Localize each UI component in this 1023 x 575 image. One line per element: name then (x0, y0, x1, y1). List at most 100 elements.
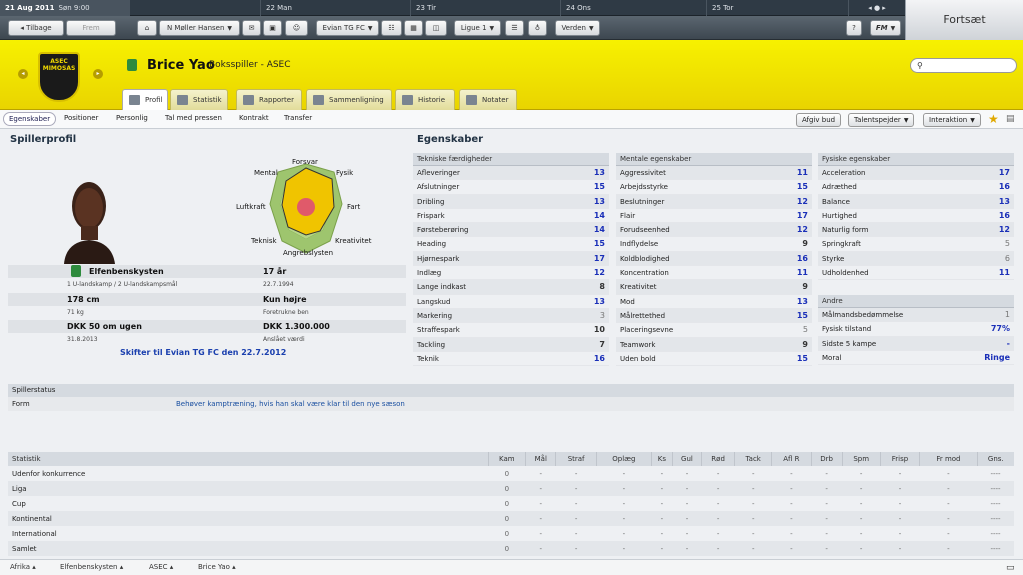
fm-menu[interactable]: FM ▼ (870, 20, 901, 36)
stats-column-header[interactable]: Spm (841, 452, 881, 466)
subnav-positioner[interactable]: Positioner (64, 114, 98, 122)
attribute-row[interactable]: Flair 17 (616, 209, 812, 224)
attribute-row[interactable]: Markering 3 (413, 308, 609, 324)
squad-icon[interactable]: ☷ (381, 20, 402, 36)
club-crest[interactable]: ASEC MIMOSAS (38, 52, 80, 102)
table-row[interactable]: Liga 0- - - - - - - - - - - - ---- (8, 481, 1014, 496)
interaction-menu[interactable]: Interaktion ▼ (923, 113, 981, 127)
table-icon[interactable]: ☰ (505, 20, 524, 36)
calendar-day[interactable]: 22 Man (260, 0, 410, 16)
stats-column-header[interactable]: Gul (671, 452, 702, 466)
briefcase-icon[interactable]: ▣ (263, 20, 282, 36)
previous-player-icon[interactable]: ◂ (18, 69, 28, 79)
nationality[interactable]: Elfenbenskysten (89, 267, 164, 276)
attribute-row[interactable]: Balance 13 (818, 194, 1014, 209)
attribute-row[interactable]: Acceleration 17 (818, 166, 1014, 181)
attribute-row[interactable]: Naturlig form 12 (818, 223, 1014, 238)
attribute-row[interactable]: Beslutninger 12 (616, 194, 812, 209)
home-icon[interactable]: ⌂ (137, 20, 157, 36)
tab-profil[interactable]: Profil (122, 89, 168, 110)
transfer-note[interactable]: Skifter til Evian TG FC den 22.7.2012 (120, 348, 286, 357)
subnav-kontrakt[interactable]: Kontrakt (239, 114, 269, 122)
attribute-row[interactable]: Adræthed 16 (818, 180, 1014, 195)
manager-menu[interactable]: N Møller Hansen ▼ (159, 20, 240, 36)
table-row[interactable]: Kontinental 0- - - - - - - - - - - - ---- (8, 511, 1014, 526)
attribute-row[interactable]: Dribling 13 (413, 194, 609, 209)
breadcrumb-item[interactable]: ASEC ▴ (149, 563, 173, 571)
attribute-row[interactable]: Hurtighed 16 (818, 209, 1014, 224)
attribute-row[interactable]: Sidste 5 kampe - (818, 336, 1014, 351)
calendar-day[interactable]: 24 Ons (560, 0, 706, 16)
status-value[interactable]: Behøver kamptræning, hvis han skal være … (176, 397, 405, 411)
next-player-icon[interactable]: ▸ (93, 69, 103, 79)
attribute-row[interactable]: Langskud 13 (413, 295, 609, 309)
attribute-row[interactable]: Målrettethed 15 (616, 308, 812, 324)
attribute-row[interactable]: Førsteberøring 14 (413, 223, 609, 238)
tab-notater[interactable]: Notater (459, 89, 517, 110)
attribute-row[interactable]: Indflydelse 9 (616, 237, 812, 252)
attribute-row[interactable]: Målmandsbedømmelse 1 (818, 308, 1014, 323)
table-row[interactable]: Samlet 0- - - - - - - - - - - - ---- (8, 541, 1014, 556)
stats-column-header[interactable]: Mål (525, 452, 556, 466)
people-icon[interactable]: ☺ (285, 20, 308, 36)
attribute-row[interactable]: Lange indkast 8 (413, 280, 609, 295)
forward-button[interactable]: Frem (66, 20, 116, 36)
help-button[interactable]: ? (846, 20, 862, 36)
club-menu[interactable]: Evian TG FC ▼ (316, 20, 379, 36)
calendar-scroll-icon[interactable]: ◂ ● ▸ (848, 0, 905, 16)
attribute-row[interactable]: Tackling 7 (413, 337, 609, 352)
attribute-row[interactable]: Udholdenhed 11 (818, 266, 1014, 281)
stats-column-header[interactable]: Fr mod (919, 452, 978, 466)
subnav-transfer[interactable]: Transfer (284, 114, 312, 122)
breadcrumb-item[interactable]: Afrika ▴ (10, 563, 36, 571)
attribute-row[interactable]: Styrke 6 (818, 251, 1014, 267)
training-icon[interactable]: ◫ (425, 20, 447, 36)
stats-column-header[interactable]: Ks (650, 452, 673, 466)
breadcrumb-item[interactable]: Brice Yao ▴ (198, 563, 236, 571)
scout-menu[interactable]: Talentspejder ▼ (848, 113, 915, 127)
tab-statistik[interactable]: Statistik (170, 89, 228, 110)
attribute-row[interactable]: Forudseenhed 12 (616, 223, 812, 238)
back-button[interactable]: ◂ Tilbage (8, 20, 64, 36)
subnav-personlig[interactable]: Personlig (116, 114, 148, 122)
current-date[interactable]: 21 Aug 2011 Søn 9:00 (0, 0, 130, 16)
attribute-row[interactable]: Hjørnespark 17 (413, 251, 609, 267)
attribute-row[interactable]: Indlæg 12 (413, 266, 609, 281)
table-row[interactable]: Udenfor konkurrence 0- - - - - - - - - - - - ---- (8, 466, 1014, 481)
stats-column-header[interactable]: Gns. (976, 452, 1014, 466)
stats-column-header[interactable]: Tack (734, 452, 772, 466)
world-menu[interactable]: Verden ▼ (555, 20, 600, 36)
attribute-row[interactable]: Springkraft 5 (818, 237, 1014, 252)
star-icon[interactable]: ★ (988, 112, 999, 126)
stats-column-header[interactable]: Straf (555, 452, 597, 466)
attribute-row[interactable]: Straffespark 10 (413, 323, 609, 338)
attribute-row[interactable]: Uden bold 15 (616, 352, 812, 367)
stats-column-header[interactable]: Statistik (8, 452, 488, 466)
stats-column-header[interactable]: Drb (810, 452, 843, 466)
league-menu[interactable]: Ligue 1 ▼ (454, 20, 501, 36)
tab-rapporter[interactable]: Rapporter (236, 89, 302, 110)
fixtures-icon[interactable]: ♁ (528, 20, 547, 36)
attribute-row[interactable]: Teknik 16 (413, 352, 609, 367)
stats-column-header[interactable]: Afl R (771, 452, 812, 466)
window-icon[interactable]: ▭ (1006, 563, 1015, 573)
subnav-egenskaber[interactable]: Egenskaber (3, 112, 57, 126)
attribute-row[interactable]: Kreativitet 9 (616, 280, 812, 295)
tab-sammenligning[interactable]: Sammenligning (306, 89, 392, 110)
stats-column-header[interactable]: Oplæg (595, 452, 652, 466)
attribute-row[interactable]: Fysisk tilstand 77% (818, 322, 1014, 337)
table-row[interactable]: International 0- - - - - - - - - - - - ---- (8, 526, 1014, 541)
attribute-row[interactable]: Teamwork 9 (616, 337, 812, 352)
continue-button[interactable]: Fortsæt (905, 0, 1023, 40)
stats-column-header[interactable]: Kam (487, 452, 526, 466)
search-input[interactable]: ⚲ (910, 58, 1017, 73)
breadcrumb-item[interactable]: Elfenbenskysten ▴ (60, 563, 123, 571)
tactics-icon[interactable]: ▦ (404, 20, 423, 36)
notes-add-icon[interactable]: ▤ (1006, 114, 1015, 124)
stats-column-header[interactable]: Frisp (879, 452, 920, 466)
attribute-row[interactable]: Afleveringer 13 (413, 166, 609, 181)
inbox-icon[interactable]: ✉ (242, 20, 261, 36)
reject-bid-button[interactable]: Afgiv bud (796, 113, 842, 127)
attribute-row[interactable]: Aggressivitet 11 (616, 166, 812, 181)
attribute-row[interactable]: Placeringsevne 5 (616, 323, 812, 338)
